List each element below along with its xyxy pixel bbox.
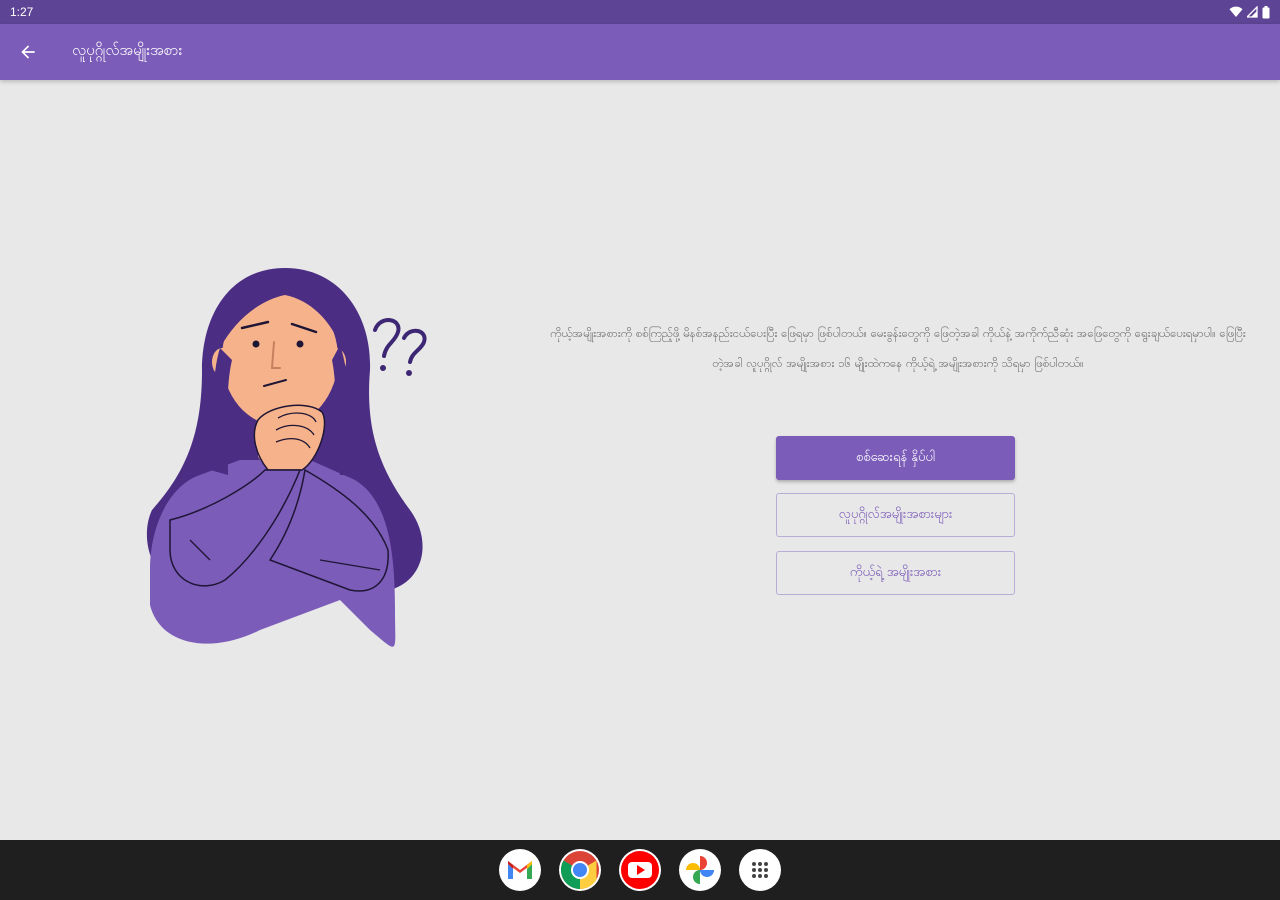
status-time: 1:27 [10,5,34,19]
app-bar: လူပုဂ္ဂိုလ်အမျိုးအစား [0,24,1280,80]
back-button[interactable] [0,24,56,80]
photos-icon[interactable] [679,849,721,891]
app-dock [0,840,1280,900]
thinking-woman-illustration [146,268,427,647]
wifi-icon [1229,6,1243,17]
youtube-icon[interactable] [619,849,661,891]
main-content: ကိုယ့်အမျိုးအစားကို စစ်ကြည့်ဖို့ မိနစ်အန… [0,80,1280,840]
chrome-icon[interactable] [559,849,601,891]
app-drawer-icon[interactable] [739,849,781,891]
gmail-icon[interactable] [499,849,541,891]
status-bar: 1:27 [0,0,1280,24]
arrow-left-icon [21,45,35,59]
status-icons [1229,5,1270,19]
start-test-button[interactable]: စစ်ဆေးရန် နှိပ်ပါ [776,436,1015,480]
page-title: လူပုဂ္ဂိုလ်အမျိုးအစား [72,41,183,59]
personality-types-button[interactable]: လူပုဂ္ဂိုလ်အမျိုးအစားများ [776,493,1015,537]
intro-description: ကိုယ့်အမျိုးအစားကို စစ်ကြည့်ဖို့ မိနစ်အန… [550,326,1246,370]
my-type-button[interactable]: ကိုယ့်ရဲ့ အမျိုးအစား [776,551,1015,595]
battery-icon [1262,5,1270,18]
signal-icon [1247,6,1258,18]
